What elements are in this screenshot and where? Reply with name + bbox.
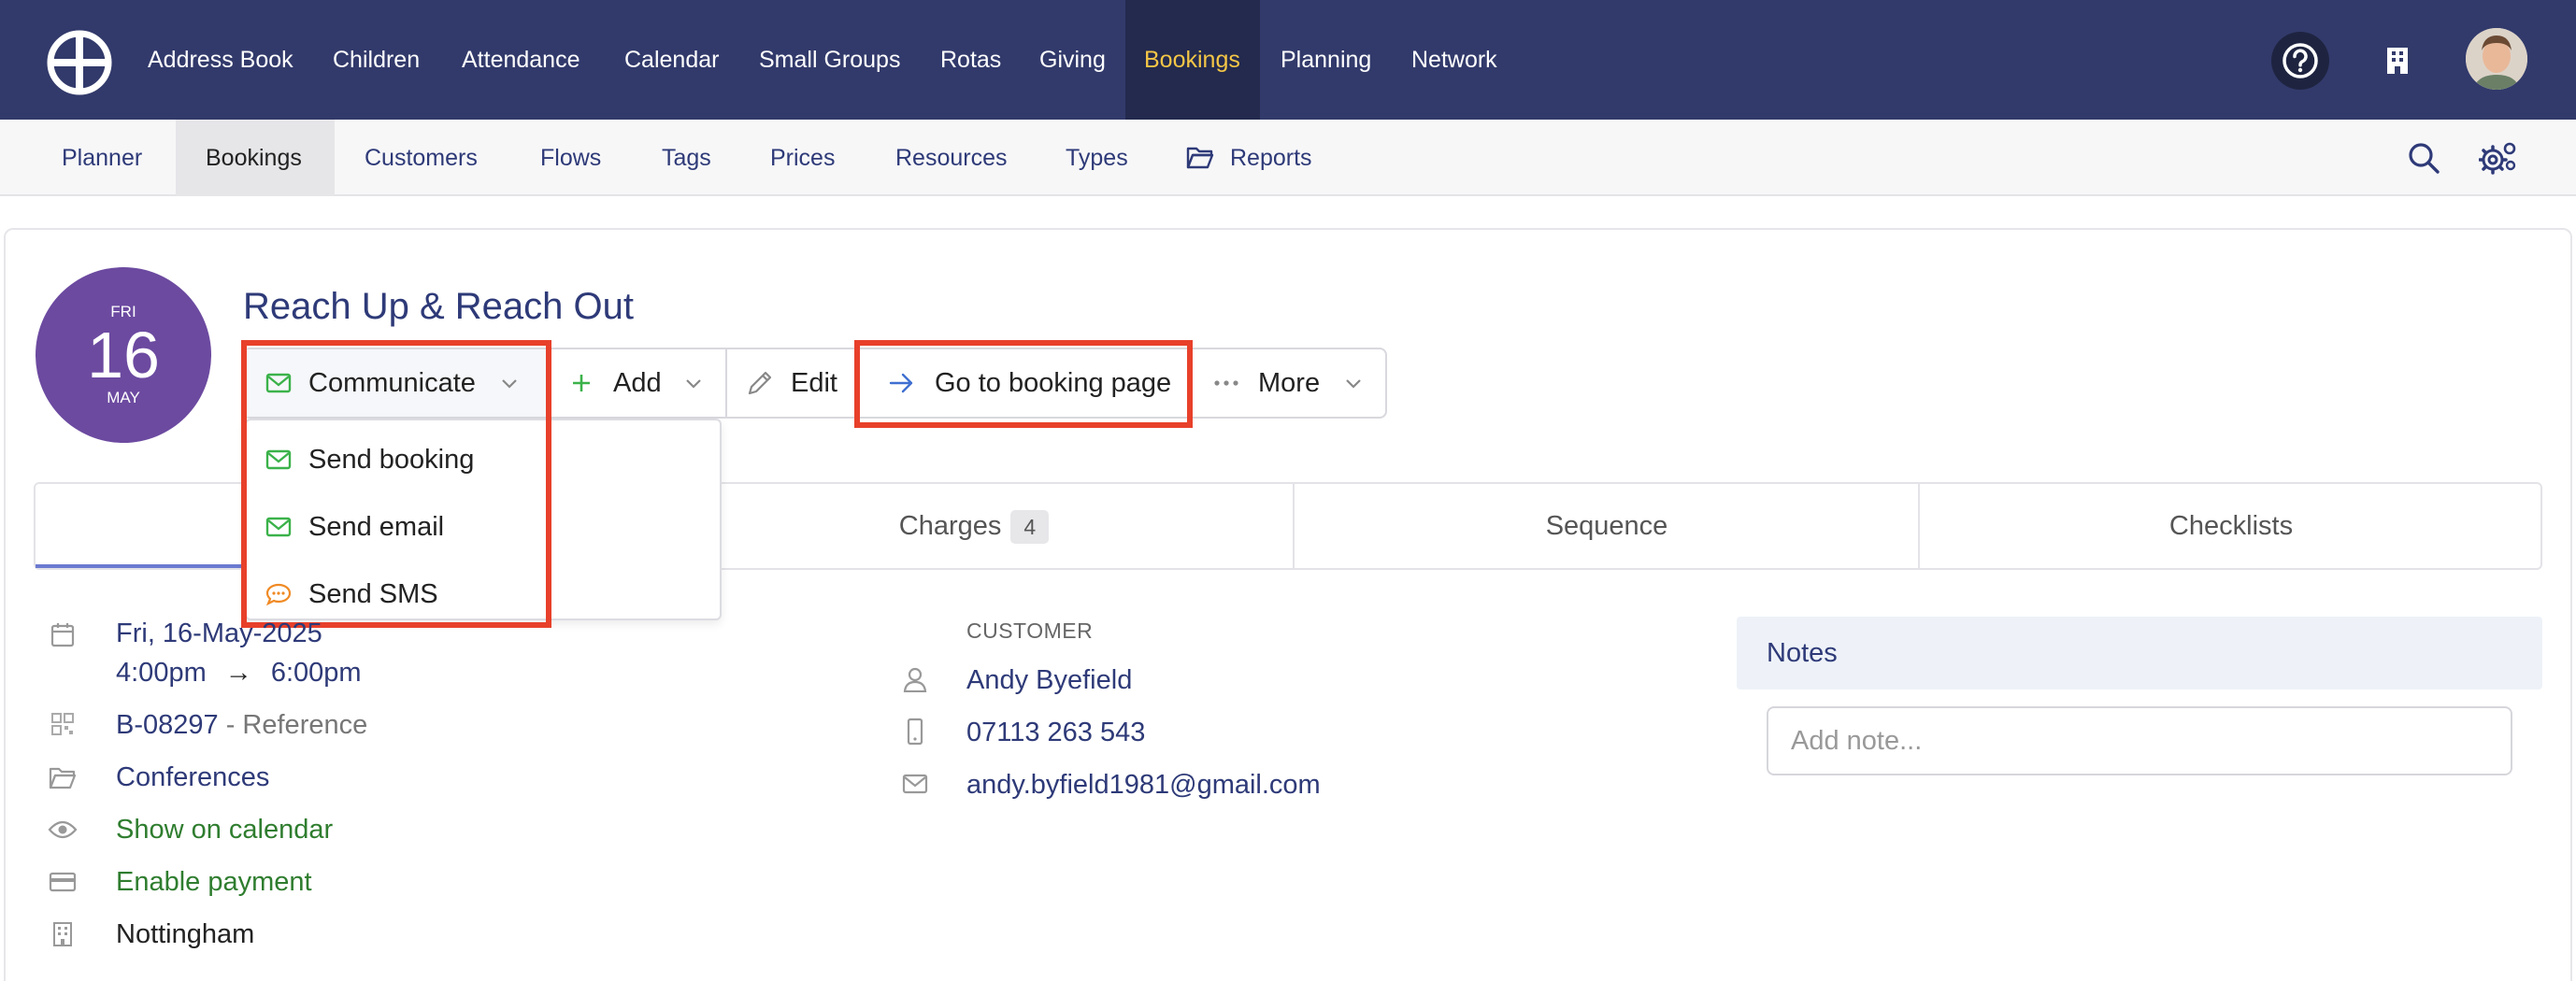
subnav-tags[interactable]: Tags xyxy=(662,120,711,196)
reference-label: - Reference xyxy=(225,710,368,740)
nav-address-book[interactable]: Address Book xyxy=(148,0,293,120)
customer-phone[interactable]: 07113 263 543 xyxy=(966,718,1145,748)
plus-icon xyxy=(573,375,590,391)
booking-reference[interactable]: B-08297 - Reference xyxy=(116,710,367,741)
chevron-down-icon xyxy=(685,379,701,389)
nav-calendar[interactable]: Calendar xyxy=(624,0,719,120)
tab-charges[interactable]: Charges 4 xyxy=(662,484,1286,568)
add-note-input[interactable] xyxy=(1767,706,2512,775)
subnav-planner[interactable]: Planner xyxy=(62,120,142,196)
arrow-right-icon: → xyxy=(224,658,252,688)
folder-icon xyxy=(47,761,79,793)
folder-icon xyxy=(1181,138,1219,176)
booking-location: Nottingham xyxy=(116,919,255,949)
time-end: 6:00pm xyxy=(270,658,362,688)
settings-icon[interactable] xyxy=(2477,136,2520,179)
more-label: More xyxy=(1258,367,1321,398)
user-icon xyxy=(899,663,931,695)
phone-icon xyxy=(899,716,931,747)
eye-icon xyxy=(47,814,79,846)
customer-email[interactable]: andy.byfield1981@gmail.com xyxy=(966,770,1321,801)
top-navigation: Address Book Children Attendance Calenda… xyxy=(0,0,2576,120)
nav-bookings[interactable]: Bookings xyxy=(1125,0,1260,120)
tab-charges-label: Charges xyxy=(898,511,1002,541)
nav-children[interactable]: Children xyxy=(333,0,420,120)
page-title: Reach Up & Reach Out xyxy=(243,286,634,327)
reference-code: B-08297 xyxy=(116,710,219,740)
nav-giving[interactable]: Giving xyxy=(1039,0,1106,120)
search-icon[interactable] xyxy=(2402,136,2445,179)
avatar[interactable] xyxy=(2466,28,2527,90)
notes-title: Notes xyxy=(1767,638,1838,668)
subnav-reports[interactable]: Reports xyxy=(1230,120,1312,196)
add-button[interactable]: Add xyxy=(551,349,725,417)
tab-sequence[interactable]: Sequence xyxy=(1295,484,1919,568)
nav-attendance[interactable]: Attendance xyxy=(462,0,580,120)
date-month: MAY xyxy=(107,389,140,406)
ellipsis-icon xyxy=(1214,380,1238,386)
subnav-types[interactable]: Types xyxy=(1066,120,1128,196)
date-day: 16 xyxy=(87,319,160,391)
calendar-icon xyxy=(47,618,79,650)
edit-button[interactable]: Edit xyxy=(727,349,858,417)
nav-small-groups[interactable]: Small Groups xyxy=(759,0,900,120)
logo-icon[interactable] xyxy=(47,30,112,95)
communicate-highlight xyxy=(241,340,551,628)
sub-navigation: Planner Bookings Customers Flows Tags Pr… xyxy=(0,120,2576,196)
nav-network[interactable]: Network xyxy=(1411,0,1497,120)
mail-icon xyxy=(899,768,931,800)
enable-payment[interactable]: Enable payment xyxy=(116,867,312,898)
booking-date[interactable]: Fri, 16-May-2025 xyxy=(116,618,322,649)
building-icon[interactable] xyxy=(2368,32,2426,90)
date-badge: FRI 16 MAY xyxy=(36,267,211,443)
subnav-bookings[interactable]: Bookings xyxy=(176,120,335,196)
customer-heading: CUSTOMER xyxy=(966,618,1094,643)
booking-category[interactable]: Conferences xyxy=(116,762,269,793)
notes-header xyxy=(1737,617,2542,690)
customer-name[interactable]: Andy Byefield xyxy=(966,665,1132,696)
pencil-icon xyxy=(748,371,772,395)
subnav-prices[interactable]: Prices xyxy=(770,120,835,196)
building-icon xyxy=(47,918,79,950)
chevron-down-icon xyxy=(1346,379,1361,389)
subnav-resources[interactable]: Resources xyxy=(895,120,1008,196)
nav-rotas[interactable]: Rotas xyxy=(940,0,1001,120)
credit-card-icon xyxy=(47,866,79,898)
edit-label: Edit xyxy=(791,367,837,398)
add-label: Add xyxy=(613,367,662,398)
tab-checklists[interactable]: Checklists xyxy=(1920,484,2542,568)
nav-planning[interactable]: Planning xyxy=(1281,0,1371,120)
qr-code-icon xyxy=(47,708,79,740)
go-to-booking-highlight xyxy=(854,340,1193,428)
subnav-flows[interactable]: Flows xyxy=(540,120,601,196)
help-icon[interactable] xyxy=(2271,32,2329,90)
booking-time[interactable]: 4:00pm → 6:00pm xyxy=(116,658,362,689)
more-button[interactable]: More xyxy=(1193,349,1387,417)
time-start: 4:00pm xyxy=(116,658,207,688)
show-on-calendar[interactable]: Show on calendar xyxy=(116,815,333,846)
charges-count-badge: 4 xyxy=(1010,510,1050,545)
subnav-customers[interactable]: Customers xyxy=(365,120,478,196)
